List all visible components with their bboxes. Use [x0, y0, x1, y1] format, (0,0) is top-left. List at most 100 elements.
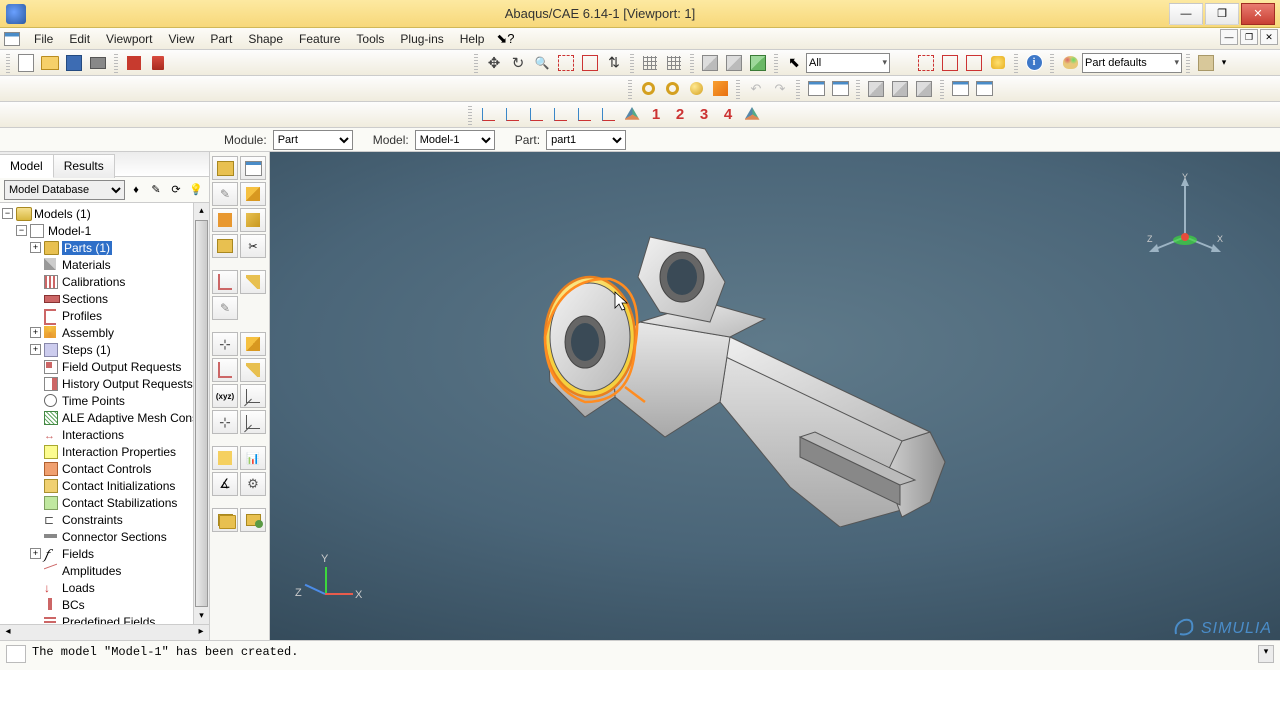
expand-icon[interactable]: +	[30, 242, 41, 253]
expand-icon[interactable]: +	[30, 327, 41, 338]
menu-viewport[interactable]: Viewport	[98, 30, 160, 48]
shell-button[interactable]	[637, 78, 659, 100]
minimize-button[interactable]: —	[1169, 3, 1203, 25]
toolbar-grip[interactable]	[940, 79, 944, 99]
tree-item[interactable]: Calibrations	[62, 275, 125, 289]
datum-button[interactable]	[501, 104, 523, 126]
tool-button[interactable]	[212, 332, 238, 356]
menu-shape[interactable]: Shape	[240, 30, 291, 48]
tree-item[interactable]: Field Output Requests	[62, 360, 181, 374]
toolbar-grip[interactable]	[690, 53, 694, 73]
tree-item[interactable]: Amplitudes	[62, 564, 121, 578]
chart-button[interactable]	[240, 446, 266, 470]
shell-button[interactable]	[661, 78, 683, 100]
toolbar-grip[interactable]	[468, 105, 472, 125]
close-button[interactable]: ✕	[1241, 3, 1275, 25]
solid-button[interactable]	[685, 78, 707, 100]
module-dropdown[interactable]: Part	[273, 130, 353, 150]
toolbar-grip[interactable]	[774, 53, 778, 73]
tree-parts[interactable]: Parts (1)	[62, 241, 112, 255]
table-button[interactable]	[973, 78, 995, 100]
menu-tools[interactable]: Tools	[348, 30, 392, 48]
datum-button[interactable]	[477, 104, 499, 126]
model-dropdown[interactable]: Model-1	[415, 130, 495, 150]
csys-4-button[interactable]: 4	[717, 104, 739, 126]
toolbar-grip[interactable]	[1050, 53, 1054, 73]
cube-button[interactable]	[865, 78, 887, 100]
toolbar-dropdown-icon[interactable]: ▾	[1219, 52, 1229, 74]
tree-item[interactable]: Interactions	[62, 428, 124, 442]
zoom-button[interactable]	[531, 52, 553, 74]
tree-item[interactable]: Connector Sections	[62, 530, 167, 544]
fit-button[interactable]	[579, 52, 601, 74]
tool-button[interactable]	[212, 508, 238, 532]
tree-item[interactable]: Contact Controls	[62, 462, 151, 476]
menu-view[interactable]: View	[161, 30, 203, 48]
render-shaded-button[interactable]	[747, 52, 769, 74]
redo-button[interactable]: ↷	[769, 78, 791, 100]
menu-part[interactable]: Part	[202, 30, 240, 48]
expand-icon[interactable]: −	[2, 208, 13, 219]
tree-button[interactable]: ♦	[127, 181, 145, 199]
toolbar-grip[interactable]	[856, 79, 860, 99]
axis-button[interactable]	[240, 384, 266, 408]
viewport-restore-icon[interactable]: ❐	[1240, 29, 1258, 45]
tree-item[interactable]: Constraints	[62, 513, 123, 527]
tool-button[interactable]	[212, 234, 238, 258]
color-button[interactable]	[1059, 52, 1081, 74]
tree-scrollbar-v[interactable]: ▴▾	[193, 203, 209, 624]
cube-button[interactable]	[913, 78, 935, 100]
csys-2-button[interactable]: 2	[669, 104, 691, 126]
select-button[interactable]	[783, 52, 805, 74]
pan-button[interactable]	[483, 52, 505, 74]
part-dropdown[interactable]: part1	[546, 130, 626, 150]
tool-button[interactable]	[240, 410, 266, 434]
csys-button[interactable]	[741, 104, 763, 126]
tree-item[interactable]: Materials	[62, 258, 111, 272]
tool-button[interactable]	[212, 472, 238, 496]
menu-help[interactable]: Help	[452, 30, 493, 48]
tool-button[interactable]	[240, 332, 266, 356]
tree-root[interactable]: Models (1)	[34, 207, 91, 221]
tool-button[interactable]	[212, 446, 238, 470]
toolbar-grip[interactable]	[1186, 53, 1190, 73]
tree-button[interactable]: ⟳	[167, 181, 185, 199]
menu-plugins[interactable]: Plug-ins	[392, 30, 451, 48]
tree-item[interactable]: Sections	[62, 292, 108, 306]
tool-button[interactable]	[212, 208, 238, 232]
toolbar-grip[interactable]	[796, 79, 800, 99]
context-help-icon[interactable]: ⬊?	[496, 30, 514, 48]
expand-icon[interactable]: +	[30, 344, 41, 355]
tree-item[interactable]: Time Points	[62, 394, 125, 408]
datum-button[interactable]	[549, 104, 571, 126]
cube-button[interactable]	[889, 78, 911, 100]
csys-1-button[interactable]: 1	[645, 104, 667, 126]
message-scroll[interactable]: ▾	[1258, 645, 1274, 663]
expand-icon[interactable]: +	[30, 548, 41, 559]
part-manager-button[interactable]	[240, 156, 266, 180]
color-mode-dropdown[interactable]: Part defaults	[1082, 53, 1182, 73]
highlight-button[interactable]	[709, 78, 731, 100]
toolbar-button[interactable]	[987, 52, 1009, 74]
tool-button[interactable]	[212, 182, 238, 206]
csys-3-button[interactable]: 3	[693, 104, 715, 126]
cycle-view-button[interactable]	[603, 52, 625, 74]
datum-button[interactable]	[597, 104, 619, 126]
toolbar-grip[interactable]	[474, 53, 478, 73]
render-wire-button[interactable]	[699, 52, 721, 74]
tool-button[interactable]	[240, 270, 266, 294]
toolbar-grip[interactable]	[1014, 53, 1018, 73]
tree-item[interactable]: ALE Adaptive Mesh Cons	[62, 411, 198, 425]
tree-item[interactable]: Contact Initializations	[62, 479, 175, 493]
tree-button[interactable]: 💡	[187, 181, 205, 199]
model-tree[interactable]: −Models (1) −Model-1 +Parts (1) Material…	[0, 203, 209, 640]
tab-model[interactable]: Model	[0, 154, 54, 178]
table-button[interactable]	[949, 78, 971, 100]
tool-button[interactable]	[212, 410, 238, 434]
create-part-button[interactable]	[212, 156, 238, 180]
viewport-minimize-icon[interactable]: —	[1220, 29, 1238, 45]
menu-edit[interactable]: Edit	[61, 30, 98, 48]
toolbar-grip[interactable]	[6, 53, 10, 73]
xyz-button[interactable]	[212, 384, 238, 408]
render-hidden-button[interactable]	[723, 52, 745, 74]
